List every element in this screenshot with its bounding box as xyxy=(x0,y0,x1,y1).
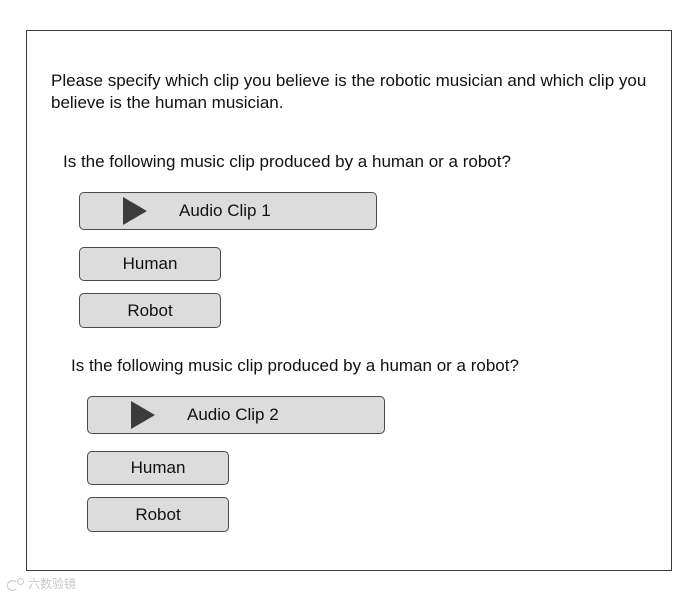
question-2-robot-button[interactable]: Robot xyxy=(87,497,229,532)
audio-clip-1-button[interactable]: Audio Clip 1 xyxy=(79,192,377,230)
question-2-prompt: Is the following music clip produced by … xyxy=(71,356,519,375)
weibo-logo-icon xyxy=(6,577,26,591)
question-1-robot-button[interactable]: Robot xyxy=(79,293,221,328)
audio-clip-1-label: Audio Clip 1 xyxy=(179,201,271,220)
play-icon xyxy=(123,197,147,225)
watermark-text: 六数验镜 xyxy=(28,577,77,591)
question-1-human-button[interactable]: Human xyxy=(79,247,221,281)
play-icon xyxy=(131,401,155,429)
audio-clip-2-label: Audio Clip 2 xyxy=(187,405,279,424)
instructions-text: Please specify which clip you believe is… xyxy=(51,71,647,112)
watermark: 六数验镜 xyxy=(6,575,76,592)
audio-clip-2-button[interactable]: Audio Clip 2 xyxy=(87,396,385,434)
question-2-human-button[interactable]: Human xyxy=(87,451,229,485)
question-1-prompt: Is the following music clip produced by … xyxy=(63,152,511,171)
